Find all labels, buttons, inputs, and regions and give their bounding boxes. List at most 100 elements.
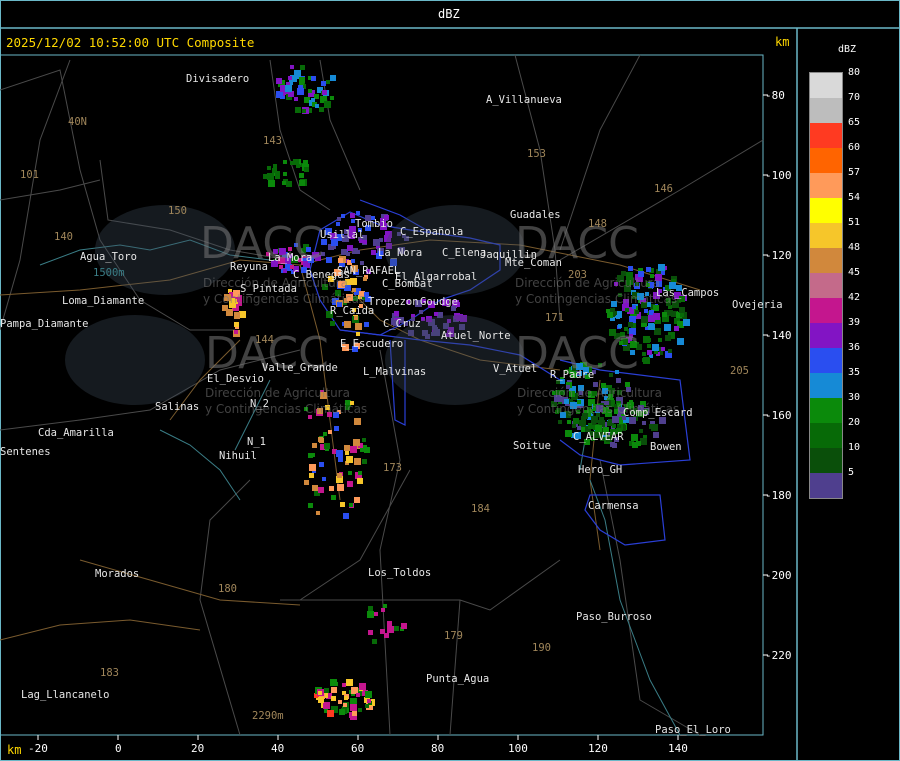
radar-echo: [665, 335, 671, 341]
place-label: Las_Campos: [656, 287, 720, 299]
place-label: S_Pintada: [240, 283, 297, 295]
radar-echo: [324, 101, 331, 108]
place-label: Salinas: [155, 401, 200, 413]
place-label: Bowen: [650, 441, 682, 453]
road-label: 146: [654, 183, 673, 195]
radar-echo: [290, 65, 294, 69]
road-label: 173: [383, 462, 402, 474]
radar-echo: [355, 323, 362, 330]
radar-echo: [387, 626, 394, 633]
place-label: Goudge: [420, 296, 458, 308]
radar-echo: [324, 443, 330, 449]
legend-swatch: [810, 473, 842, 498]
place-label: Punta_Agua: [426, 673, 490, 685]
legend-swatch: [810, 98, 842, 123]
radar-echo: [629, 316, 636, 323]
radar-echo: [318, 487, 324, 493]
radar-echo: [573, 418, 579, 424]
legend-swatch: [810, 148, 842, 173]
radar-echo: [234, 322, 239, 327]
place-label: N_1: [247, 436, 266, 448]
radar-echo: [327, 710, 334, 717]
radar-echo: [328, 430, 332, 434]
radar-echo: [362, 459, 367, 464]
radar-echo: [664, 324, 671, 331]
place-label: Los_Toldos: [368, 567, 432, 579]
radar-echo: [648, 315, 655, 322]
radar-echo: [324, 688, 329, 693]
place-label: Loma_Diamante: [62, 295, 145, 307]
radar-echo: [329, 486, 334, 491]
radar-echo: [348, 471, 352, 475]
radar-echo: [345, 451, 349, 455]
place-label: Ovejeria: [732, 299, 783, 311]
radar-echo: [572, 424, 576, 428]
place-label: Pampa_Diamante: [0, 318, 89, 330]
radar-echo: [304, 480, 309, 485]
radar-echo: [283, 269, 287, 273]
road-label: 153: [527, 148, 546, 160]
place-label: Morados: [95, 568, 140, 580]
radar-echo: [350, 704, 357, 711]
legend-swatch: [810, 298, 842, 323]
radar-echo: [326, 257, 332, 263]
radar-echo: [373, 239, 380, 246]
radar-echo: [356, 332, 360, 336]
road-label: 40N: [68, 116, 87, 128]
radar-echo: [379, 238, 383, 242]
radar-echo: [285, 85, 292, 92]
radar-echo: [344, 696, 348, 700]
radar-echo: [612, 443, 617, 448]
road-label: 184: [471, 503, 490, 515]
radar-echo: [640, 438, 647, 445]
radar-echo: [312, 443, 317, 448]
place-label: A_Villanueva: [486, 94, 562, 106]
place-label: SAN_RAFAEL: [337, 265, 401, 277]
road-label: 171: [545, 312, 564, 324]
radar-echo: [331, 241, 336, 246]
x-tick: 60: [351, 742, 365, 755]
radar-map-frame: [0, 0, 900, 761]
radar-echo: [680, 313, 684, 317]
radar-echo: [319, 438, 324, 443]
legend-value: 80: [848, 67, 861, 78]
place-label: R_Padre: [550, 369, 595, 381]
legend-value: 45: [848, 267, 861, 278]
radar-echo: [635, 310, 639, 314]
radar-echo: [677, 338, 684, 345]
place-label: La_Nora: [378, 247, 423, 259]
radar-echo: [658, 338, 662, 342]
dbz-legend: [809, 72, 843, 499]
watermark-line2: y Contingencias Climáticas: [205, 402, 368, 416]
radar-echo: [330, 75, 336, 81]
x-tick: -20: [28, 742, 48, 755]
radar-echo: [323, 702, 330, 709]
radar-echo: [311, 98, 315, 102]
radar-echo: [302, 109, 306, 113]
radar-echo: [363, 277, 367, 281]
radar-echo: [336, 450, 343, 457]
radar-echo: [331, 495, 336, 500]
legend-value: 48: [848, 242, 861, 253]
radar-echo: [283, 160, 287, 164]
radar-echo: [234, 313, 240, 319]
radar-echo: [276, 91, 283, 98]
radar-echo: [343, 703, 347, 707]
radar-echo: [646, 267, 651, 272]
place-label: El_Desvio: [207, 373, 264, 385]
road-label: 205: [730, 365, 749, 377]
radar-echo: [316, 511, 320, 515]
road-label: 190: [532, 642, 551, 654]
radar-echo: [641, 316, 648, 323]
legend-value: 54: [848, 192, 861, 203]
radar-echo: [286, 181, 292, 187]
radar-echo: [337, 473, 342, 478]
legend-value: 36: [848, 342, 861, 353]
radar-echo: [647, 350, 652, 355]
radar-echo: [341, 214, 345, 218]
y-tick: -100: [765, 169, 792, 182]
radar-echo: [319, 107, 324, 112]
radar-echo: [354, 418, 361, 425]
radar-echo: [612, 416, 619, 423]
radar-echo: [359, 683, 366, 690]
